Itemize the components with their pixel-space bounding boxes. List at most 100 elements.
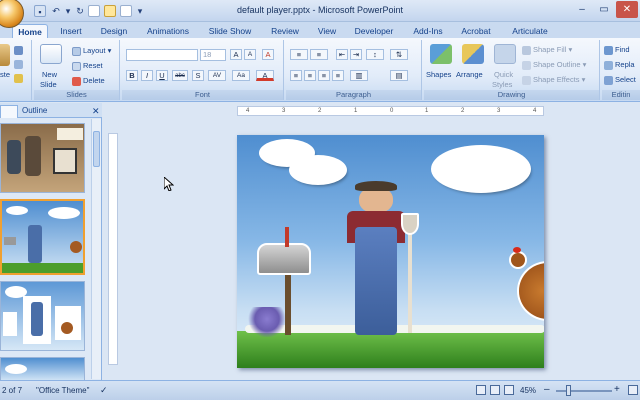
tab-articulate[interactable]: Articulate — [506, 24, 554, 38]
slide-sorter-icon[interactable] — [490, 385, 500, 395]
slide-thumbnail-4[interactable] — [0, 357, 85, 381]
line-spacing-icon[interactable]: ↕ — [366, 49, 384, 60]
columns-icon[interactable]: ▥ — [350, 70, 368, 81]
zoom-level[interactable]: 45% — [520, 386, 536, 395]
font-size-combo[interactable]: 18 — [200, 49, 226, 61]
normal-view-icon[interactable] — [476, 385, 486, 395]
shape-fill-button[interactable]: Shape Fill ▾ — [522, 45, 572, 55]
justify-icon[interactable]: ≡ — [332, 70, 344, 81]
shape-effects-button[interactable]: Shape Effects ▾ — [522, 75, 585, 85]
minimize-button[interactable]: – — [572, 1, 592, 18]
tab-add-ins[interactable]: Add-Ins — [408, 24, 448, 38]
scroll-thumb[interactable] — [93, 131, 100, 167]
slideshow-view-icon[interactable] — [504, 385, 514, 395]
clear-format-button[interactable]: A — [262, 49, 274, 60]
bullets-icon[interactable]: ≡ — [290, 49, 308, 60]
quick-styles-icon[interactable] — [494, 44, 516, 64]
font-color-button[interactable]: A — [256, 70, 274, 81]
shovel-blade[interactable] — [401, 213, 419, 235]
font-name-combo[interactable] — [126, 49, 198, 61]
new-slide-label-1[interactable]: New — [42, 70, 57, 79]
chicken[interactable] — [517, 261, 544, 321]
replace-button[interactable]: Repla — [604, 60, 635, 70]
pane-scrollbar[interactable] — [91, 119, 101, 379]
text-direction-icon[interactable]: ⇅ — [390, 49, 408, 60]
bold-button[interactable]: B — [126, 70, 138, 81]
format-painter-icon[interactable] — [14, 74, 23, 83]
cloud[interactable] — [433, 147, 529, 191]
drawing-group: Shapes Arrange Quick Styles Shape Fill ▾… — [424, 40, 600, 100]
slide-thumbnail-1[interactable] — [0, 123, 85, 193]
arrange-icon[interactable] — [462, 44, 484, 64]
new-slide-icon[interactable] — [40, 44, 62, 64]
shovel-handle — [408, 225, 412, 333]
find-button[interactable]: Find — [604, 45, 630, 55]
thumb-cloud — [5, 364, 27, 374]
cut-icon[interactable] — [14, 46, 23, 55]
fit-to-window-icon[interactable] — [628, 385, 638, 395]
decrease-indent-icon[interactable]: ⇤ — [336, 49, 348, 60]
zoom-slider-thumb[interactable] — [566, 385, 571, 396]
lavender-plant[interactable] — [247, 307, 287, 337]
shapes-icon[interactable] — [430, 44, 452, 64]
cloud[interactable] — [291, 157, 345, 183]
zoom-out-button[interactable]: – — [544, 384, 550, 395]
shadow-button[interactable]: S — [192, 70, 204, 81]
tab-acrobat[interactable]: Acrobat — [456, 24, 496, 38]
layout-button[interactable]: Layout ▾ — [72, 46, 111, 56]
delete-button[interactable]: Delete — [72, 76, 105, 86]
tab-view[interactable]: View — [312, 24, 342, 38]
quick-styles-label-2[interactable]: Styles — [492, 80, 512, 89]
quick-styles-label-1[interactable]: Quick — [494, 70, 513, 79]
align-right-icon[interactable]: ≡ — [318, 70, 330, 81]
copy-icon[interactable] — [14, 60, 23, 69]
paste-icon[interactable] — [0, 44, 10, 66]
tab-review[interactable]: Review — [266, 24, 304, 38]
new-slide-label-2[interactable]: Slide — [40, 80, 57, 89]
zoom-in-button[interactable]: + — [614, 384, 620, 395]
thumb-cloud — [48, 207, 80, 219]
ruler-tick-label: 4 — [533, 108, 537, 114]
tab-slide-show[interactable]: Slide Show — [204, 24, 256, 38]
tab-slides[interactable] — [0, 105, 18, 118]
farmer-overalls[interactable] — [355, 227, 397, 335]
tab-outline[interactable]: Outline — [22, 105, 47, 118]
shapes-button[interactable]: Shapes — [426, 70, 451, 79]
close-button[interactable]: ✕ — [616, 1, 638, 18]
mailbox[interactable] — [257, 243, 311, 275]
tab-home[interactable]: Home — [12, 24, 48, 38]
tab-design[interactable]: Design — [96, 24, 132, 38]
italic-button[interactable]: I — [141, 70, 153, 81]
select-icon — [604, 75, 613, 85]
char-spacing-button[interactable]: AV — [208, 70, 226, 81]
zoom-slider[interactable] — [556, 390, 612, 392]
strikethrough-button[interactable]: abc — [172, 70, 188, 81]
underline-button[interactable]: U — [156, 70, 168, 81]
tab-animations[interactable]: Animations — [142, 24, 194, 38]
horizontal-ruler: 4 3 2 1 0 1 2 3 4 — [237, 106, 544, 116]
shape-outline-button[interactable]: Shape Outline ▾ — [522, 60, 586, 70]
tab-insert[interactable]: Insert — [54, 24, 88, 38]
font-group-label: Font — [122, 90, 283, 100]
align-left-icon[interactable]: ≡ — [290, 70, 302, 81]
slide-thumbnail-2[interactable] — [0, 199, 85, 275]
change-case-button[interactable]: Aa — [232, 70, 250, 81]
slide-thumbnail-3[interactable] — [0, 281, 85, 351]
shrink-font-button[interactable]: A — [244, 49, 256, 60]
arrange-button[interactable]: Arrange — [456, 70, 483, 79]
grow-font-button[interactable]: A — [230, 49, 242, 60]
ribbon: ste New Slide Layout ▾ Reset Delete Slid… — [0, 38, 640, 102]
reset-button[interactable]: Reset — [72, 61, 103, 71]
ruler-tick-label: 0 — [390, 108, 394, 114]
align-center-icon[interactable]: ≡ — [304, 70, 316, 81]
slide-canvas[interactable] — [237, 135, 544, 368]
select-button[interactable]: Select — [604, 75, 636, 85]
align-text-icon[interactable]: ▤ — [390, 70, 408, 81]
increase-indent-icon[interactable]: ⇥ — [350, 49, 362, 60]
theme-name[interactable]: "Office Theme" — [36, 386, 89, 395]
close-pane-icon[interactable]: ✕ — [92, 105, 100, 118]
spelling-check-icon[interactable]: ✓ — [100, 385, 108, 396]
tab-developer[interactable]: Developer — [350, 24, 398, 38]
numbering-icon[interactable]: ≡ — [310, 49, 328, 60]
maximize-button[interactable]: ▭ — [594, 1, 614, 18]
